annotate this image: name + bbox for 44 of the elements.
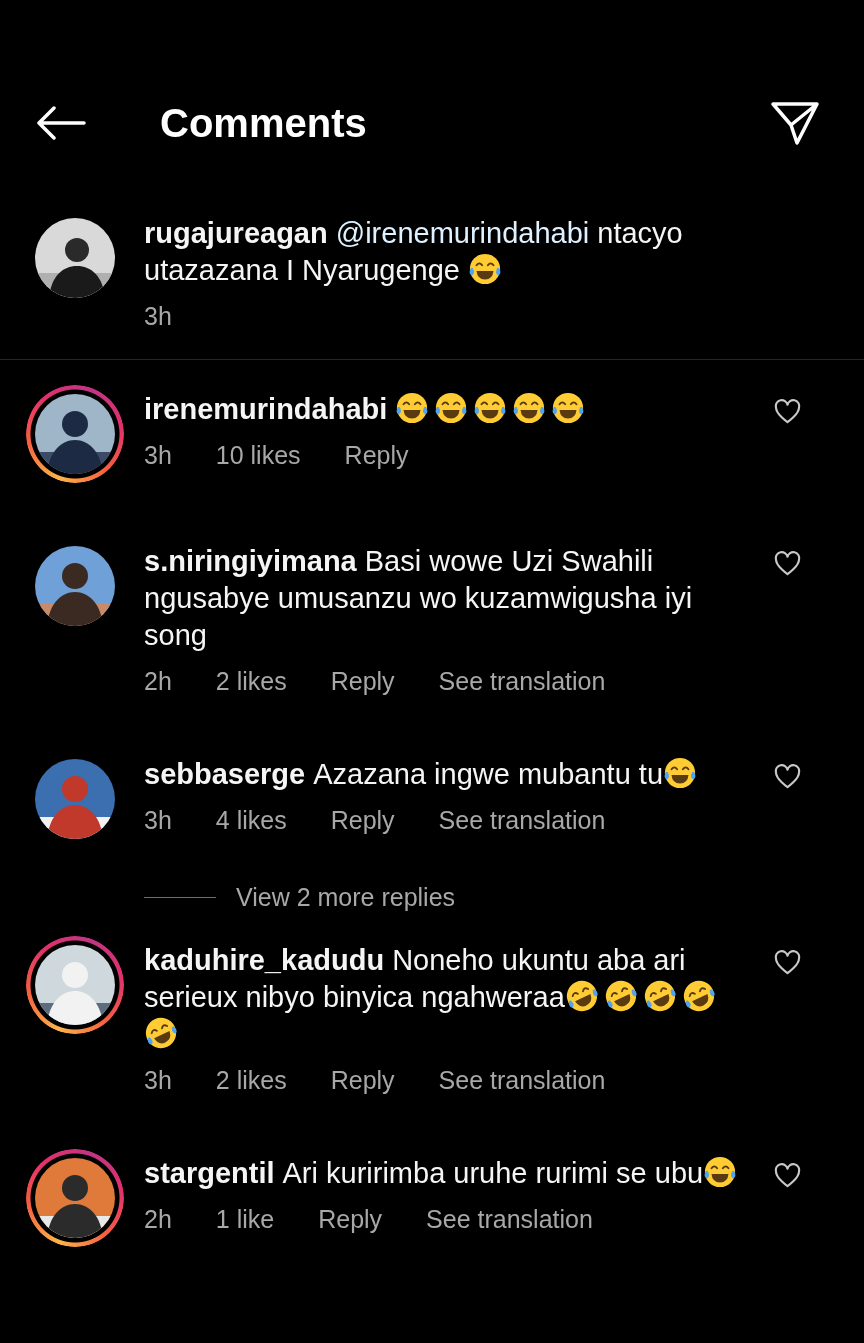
reply-link[interactable]: Reply bbox=[344, 440, 409, 470]
laughing-face-icon bbox=[434, 391, 469, 425]
heart-icon[interactable] bbox=[774, 399, 801, 424]
comment-text: kaduhire_kadudu Noneho ukuntu aba ari serieux nibyo binyica ngahweraa bbox=[144, 942, 744, 1053]
comment-text: irenemurindahabi bbox=[144, 391, 744, 428]
heart-icon[interactable] bbox=[774, 551, 801, 576]
comment-text: s.niringiyimana Basi wowe Uzi Swahili ngusabye umusanzu wo kuzamwigusha iyi song bbox=[144, 544, 694, 653]
comment-text: sebbaserge Azazana ingwe mubantu tu bbox=[144, 756, 744, 793]
like-count[interactable]: 1 like bbox=[215, 1204, 275, 1234]
view-replies-link[interactable]: View 2 more replies bbox=[236, 882, 456, 912]
back-icon[interactable] bbox=[36, 106, 86, 140]
heart-icon[interactable] bbox=[774, 950, 801, 975]
comment-time: 3h bbox=[144, 1065, 172, 1095]
heart-icon[interactable] bbox=[774, 1163, 801, 1188]
like-count[interactable]: 10 likes bbox=[215, 440, 301, 470]
laughing-face-icon bbox=[663, 756, 698, 790]
translation-link[interactable]: See translation bbox=[426, 1204, 593, 1234]
like-count[interactable]: 2 likes bbox=[215, 666, 287, 696]
laughing-face-icon bbox=[395, 391, 430, 425]
reply-link[interactable]: Reply bbox=[318, 1204, 383, 1234]
comment-text: stargentil Ari kuririmba uruhe rurimi se ubu bbox=[144, 1155, 744, 1192]
laughing-face-icon bbox=[473, 391, 508, 425]
translation-link[interactable]: See translation bbox=[438, 805, 606, 835]
comment-time: 2h bbox=[144, 666, 172, 696]
translation-link[interactable]: See translation bbox=[438, 666, 606, 696]
laughing-face-icon bbox=[512, 391, 547, 425]
comment-time: 3h bbox=[144, 440, 172, 470]
reply-link[interactable]: Reply bbox=[330, 666, 395, 696]
translation-link[interactable]: See translation bbox=[438, 1065, 606, 1095]
like-count[interactable]: 2 likes bbox=[215, 1065, 287, 1095]
comment-text: rugajureagan @irenemurindahabi ntacyo utazazana I Nyarugenge bbox=[144, 216, 684, 288]
send-icon[interactable] bbox=[770, 100, 820, 146]
reply-link[interactable]: Reply bbox=[330, 1065, 395, 1095]
reply-link[interactable]: Reply bbox=[330, 805, 395, 835]
like-count[interactable]: 4 likes bbox=[215, 805, 287, 835]
laughing-face-icon bbox=[551, 391, 586, 425]
laughing-face-icon bbox=[703, 1155, 738, 1189]
comment-time: 3h bbox=[144, 301, 172, 331]
comment-time: 3h bbox=[144, 805, 172, 835]
laughing-face-icon bbox=[468, 252, 502, 286]
page-title: Comments bbox=[160, 100, 368, 146]
heart-icon[interactable] bbox=[774, 764, 801, 789]
comment-time: 2h bbox=[144, 1204, 172, 1234]
mention-link[interactable]: @irenemurindahabi bbox=[335, 217, 590, 249]
